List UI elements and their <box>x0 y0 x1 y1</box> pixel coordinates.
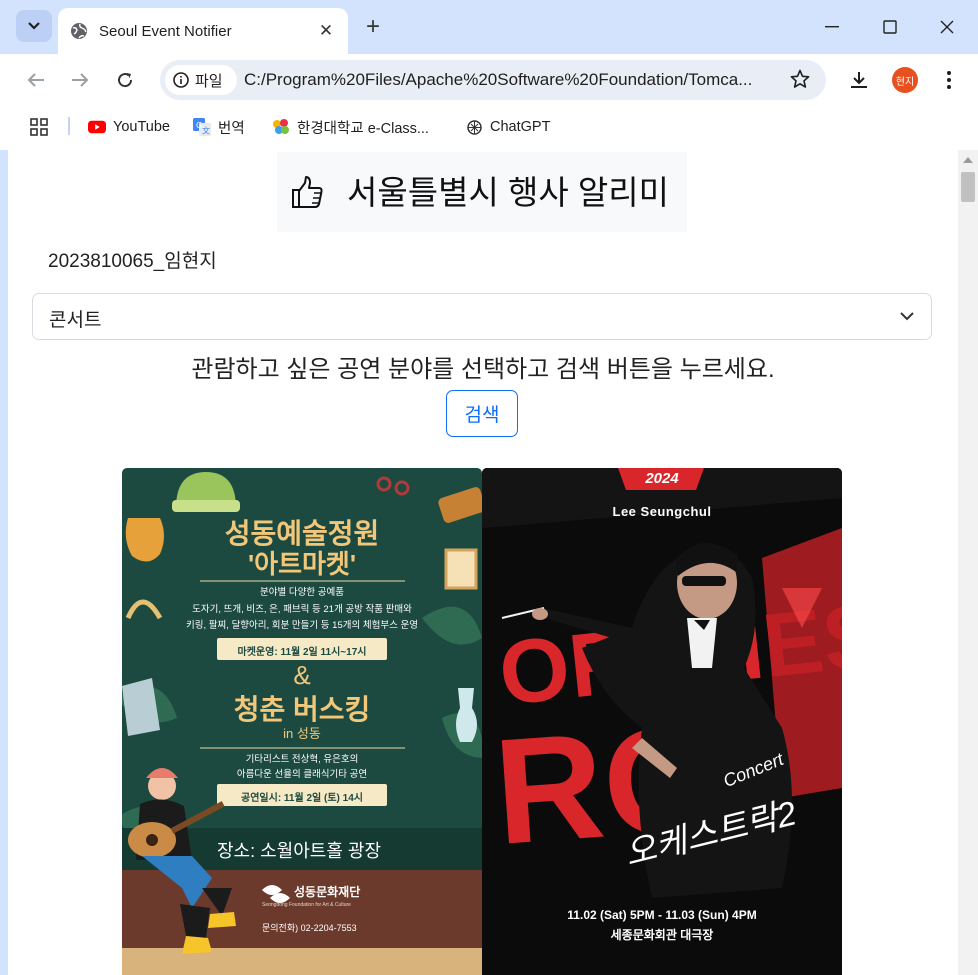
reload-icon <box>118 73 133 88</box>
reload-button[interactable] <box>111 66 139 94</box>
poster-contact: 문의전화) 02-2204-7553 <box>262 923 357 933</box>
youtube-icon <box>88 118 106 136</box>
poster-busking-desc: 기타리스트 전상혁, 유은호의 <box>245 754 359 765</box>
minimize-icon <box>825 26 839 28</box>
apps-grid-icon <box>30 117 48 136</box>
poster-busking-desc: 아름다운 선율의 클래식기타 공연 <box>236 769 368 780</box>
poster-busking-title: 청춘 버스킹 <box>233 694 371 725</box>
poster-desc: 키링, 팔찌, 달향아리, 회분 만들기 등 15개의 체험부스 운영 <box>186 620 418 631</box>
tab-strip: Seoul Event Notifier ✕ + <box>0 0 978 54</box>
poster-concert-illustration: ORCHESTRA RO <box>482 468 842 975</box>
chevron-down-icon <box>900 312 914 321</box>
bookmark-chatgpt[interactable]: ChatGPT <box>465 116 550 138</box>
poster-busking-sub: in 성동 <box>283 726 321 741</box>
site-chip-label: 파일 <box>195 72 223 90</box>
downloads-button[interactable] <box>845 66 873 94</box>
page-scrollbar[interactable] <box>958 150 978 975</box>
new-tab-button[interactable]: + <box>360 14 386 40</box>
category-select[interactable]: 콘서트 <box>32 293 932 340</box>
page-viewport: 서울틀별시 행사 알리미 2023810065_임현지 콘서트 관람하고 싶은 … <box>8 150 978 975</box>
close-icon <box>940 20 954 34</box>
poster-perform-time: 공연일시: 11월 2일 (토) 14시 <box>241 793 363 804</box>
page-header: 서울틀별시 행사 알리미 <box>277 152 687 232</box>
thumbs-up-icon <box>292 176 323 208</box>
more-vertical-icon <box>947 71 951 89</box>
poster-desc: 도자기, 뜨개, 비즈, 은, 패브릭 등 21개 공방 작품 판매와 <box>192 604 412 615</box>
hands-icon <box>272 118 290 136</box>
tab-active[interactable]: Seoul Event Notifier ✕ <box>58 8 348 54</box>
search-button[interactable]: 검색 <box>446 390 518 437</box>
translate-icon: G文 <box>193 118 211 136</box>
bookmark-translate[interactable]: G文 번역 <box>193 116 245 138</box>
star-icon <box>790 69 810 88</box>
tab-close-icon[interactable]: ✕ <box>316 21 336 41</box>
poster-venue: 세종문화회관 대극장 <box>610 928 714 942</box>
close-window-button[interactable] <box>932 12 962 42</box>
category-select-value: 콘서트 <box>49 310 102 331</box>
page-title: 서울틀별시 행사 알리미 <box>347 174 669 211</box>
chatgpt-icon <box>465 118 483 136</box>
tab-search-button[interactable] <box>16 10 52 42</box>
poster-desc: 분야별 다양한 공예품 <box>260 587 344 598</box>
profile-avatar[interactable]: 현지 <box>892 67 918 93</box>
site-info-chip[interactable]: 파일 <box>165 65 237 95</box>
bookmark-eclass[interactable]: 한경대학교 e-Class... <box>272 116 429 138</box>
browser-toolbar: 파일 C:/Program%20Files/Apache%20Software%… <box>0 54 978 106</box>
maximize-button[interactable] <box>875 12 905 42</box>
poster-ampersand: & <box>293 660 311 690</box>
scrollbar-thumb[interactable] <box>961 172 975 202</box>
back-button[interactable] <box>22 66 50 94</box>
url-text[interactable]: C:/Program%20Files/Apache%20Software%20F… <box>244 70 774 90</box>
bookmark-label: 번역 <box>218 120 245 137</box>
tab-title: Seoul Event Notifier <box>99 22 232 40</box>
bookmarks-separator <box>68 117 70 135</box>
event-poster-concert[interactable]: ORCHESTRA RO 2024 Lee Seungchul Concert … <box>482 468 842 975</box>
poster-artist: Lee Seungchul <box>612 504 712 519</box>
event-poster-art-market[interactable]: 성동예술정원 '아트마켓' 분야별 다양한 공예품 도자기, 뜨개, 비즈, 은… <box>122 468 482 975</box>
poster-place: 장소: 소월아트홀 광장 <box>217 841 382 861</box>
globe-icon <box>71 23 87 39</box>
bookmark-label: YouTube <box>113 119 170 135</box>
poster-market-time: 마켓운영: 11월 2일 11시~17시 <box>237 647 367 658</box>
poster-dates: 11.02 (Sat) 5PM - 11.03 (Sun) 4PM <box>567 908 757 922</box>
instruction-text: 관람하고 싶은 공연 분야를 선택하고 검색 버튼을 누르세요. <box>191 356 775 383</box>
forward-button[interactable] <box>66 66 94 94</box>
bookmark-label: 한경대학교 e-Class... <box>297 120 429 137</box>
menu-button[interactable] <box>935 66 963 94</box>
chevron-down-icon <box>28 22 40 30</box>
arrow-left-icon <box>27 73 44 87</box>
bookmark-label: ChatGPT <box>490 119 551 135</box>
bookmark-star-icon[interactable] <box>790 69 810 94</box>
maximize-icon <box>883 20 897 34</box>
poster-title-sub: '아트마켓' <box>247 549 357 579</box>
download-icon <box>851 72 867 88</box>
minimize-button[interactable] <box>817 12 847 42</box>
poster-org-sub: Seongdong Foundation for Art & Culture <box>262 902 351 908</box>
arrow-right-icon <box>72 73 89 87</box>
scroll-up-arrow-icon[interactable] <box>963 157 973 163</box>
bookmarks-bar: YouTube G文 번역 한경대학교 e-Class... ChatGPT <box>0 106 978 150</box>
apps-button[interactable] <box>30 116 49 138</box>
address-bar[interactable]: 파일 C:/Program%20Files/Apache%20Software%… <box>160 60 826 100</box>
poster-year: 2024 <box>645 470 679 487</box>
poster-org: 성동문화재단 <box>294 885 361 899</box>
student-id-label: 2023810065_임현지 <box>48 251 217 272</box>
info-icon <box>173 72 189 88</box>
bookmark-youtube[interactable]: YouTube <box>88 116 170 138</box>
svg-text:文: 文 <box>202 126 210 136</box>
